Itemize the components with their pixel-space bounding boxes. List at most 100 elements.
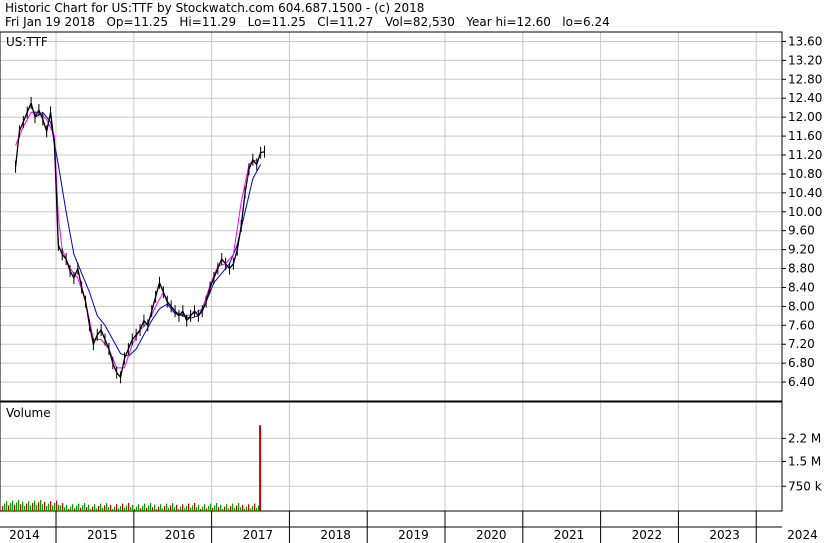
volume-bar (228, 508, 230, 511)
price-tick-label: 11.20 (788, 148, 822, 162)
volume-bar (50, 501, 52, 511)
volume-bar (188, 503, 190, 511)
time-axis-label: 2019 (398, 528, 429, 542)
volume-bar (204, 504, 206, 511)
volume-bar (244, 509, 246, 511)
volume-axis-ticks: 2.2 M 1.5 M 750 k (782, 431, 822, 493)
time-axis-label: 2024 (787, 528, 818, 542)
volume-spike-bar (259, 425, 262, 511)
volume-bar (88, 504, 90, 511)
price-tick-label: 7.60 (788, 318, 815, 332)
time-axis-label: 2015 (87, 528, 118, 542)
volume-bar (28, 501, 30, 511)
volume-bar (38, 502, 40, 511)
volume-bar (12, 500, 14, 511)
price-grid (0, 32, 782, 401)
series-line-close (14, 102, 265, 378)
volume-bar (60, 505, 62, 511)
time-axis-label: 2022 (632, 528, 663, 542)
volume-grid (0, 402, 782, 511)
volume-tick-label: 750 k (788, 479, 822, 493)
volume-bar (216, 503, 218, 511)
volume-bar (40, 500, 42, 511)
volume-bar (238, 503, 240, 511)
volume-bar (124, 507, 126, 511)
volume-bar (98, 506, 100, 511)
volume-bar (102, 507, 104, 511)
volume-bar (32, 503, 34, 511)
volume-bar (200, 509, 202, 511)
volume-tick-label: 1.5 M (788, 455, 821, 469)
volume-bar (212, 507, 214, 511)
volume-bar (52, 505, 54, 511)
price-panel-frame (0, 31, 783, 402)
volume-bar (130, 507, 132, 511)
price-tick-label: 9.20 (788, 243, 815, 257)
volume-bar (198, 504, 200, 511)
volume-bar (176, 504, 178, 511)
volume-bar (170, 505, 172, 511)
price-tick-label: 12.80 (788, 72, 822, 86)
volume-bar (126, 505, 128, 511)
volume-bar (10, 503, 12, 511)
price-panel-title: US:TTF (6, 35, 48, 49)
volume-bar (4, 503, 6, 511)
volume-bar (230, 506, 232, 511)
volume-bar (122, 503, 124, 511)
volume-bar (192, 505, 194, 511)
volume-bar (142, 506, 144, 511)
volume-bar (34, 500, 36, 511)
volume-bar (120, 506, 122, 511)
volume-bar (56, 500, 58, 511)
volume-bar (186, 506, 188, 511)
volume-bar (156, 509, 158, 511)
volume-bar (106, 503, 108, 511)
volume-bar (16, 502, 18, 511)
volume-bar (14, 504, 16, 511)
volume-bar (132, 504, 134, 511)
price-axis-ticks: 13.60 13.20 12.80 12.40 12.00 11.60 11.20 10.80… (782, 34, 822, 389)
volume-bar (76, 506, 78, 511)
volume-bar (146, 507, 148, 511)
volume-bar (164, 506, 166, 511)
volume-bar (44, 501, 46, 511)
volume-bar (158, 506, 160, 511)
price-tick-label: 12.40 (788, 91, 822, 105)
volume-bar (254, 503, 256, 511)
volume-bar (90, 509, 92, 511)
volume-bar (256, 507, 258, 511)
volume-bar (178, 509, 180, 511)
volume-bar (94, 504, 96, 511)
volume-bar (112, 509, 114, 511)
volume-bar (118, 508, 120, 511)
volume-bar (168, 507, 170, 511)
volume-bar (2, 506, 4, 511)
stock-chart: US:TTF Volume 13.6013.2012.8012.4012.001… (0, 31, 822, 543)
volume-bar (116, 504, 118, 511)
volume-bar (54, 503, 56, 511)
volume-bar (138, 504, 140, 511)
volume-bar (128, 503, 130, 511)
time-axis-label: 2018 (320, 528, 351, 542)
volume-bar (68, 509, 70, 511)
time-axis-label: 2016 (165, 528, 196, 542)
volume-bar (140, 508, 142, 511)
volume-bar (114, 506, 116, 511)
time-axis-label: 2023 (709, 528, 740, 542)
price-tick-label: 13.20 (788, 53, 822, 67)
volume-panel-title: Volume (6, 406, 51, 420)
chart-root: Historic Chart for US:TTF by Stockwatch.… (0, 0, 830, 543)
volume-bar (104, 505, 106, 511)
volume-bar (250, 508, 252, 511)
price-tick-label: 8.40 (788, 280, 815, 294)
volume-bar (208, 506, 210, 511)
volume-bar (144, 503, 146, 511)
price-tick-label: 6.40 (788, 375, 815, 389)
volume-tick-label: 2.2 M (788, 431, 821, 445)
time-axis-label: 2017 (243, 528, 274, 542)
price-tick-label: 10.80 (788, 167, 822, 181)
price-tick-label: 13.60 (788, 34, 822, 48)
volume-bar (24, 506, 26, 511)
volume-bar (20, 504, 22, 511)
volume-bar (258, 505, 260, 511)
